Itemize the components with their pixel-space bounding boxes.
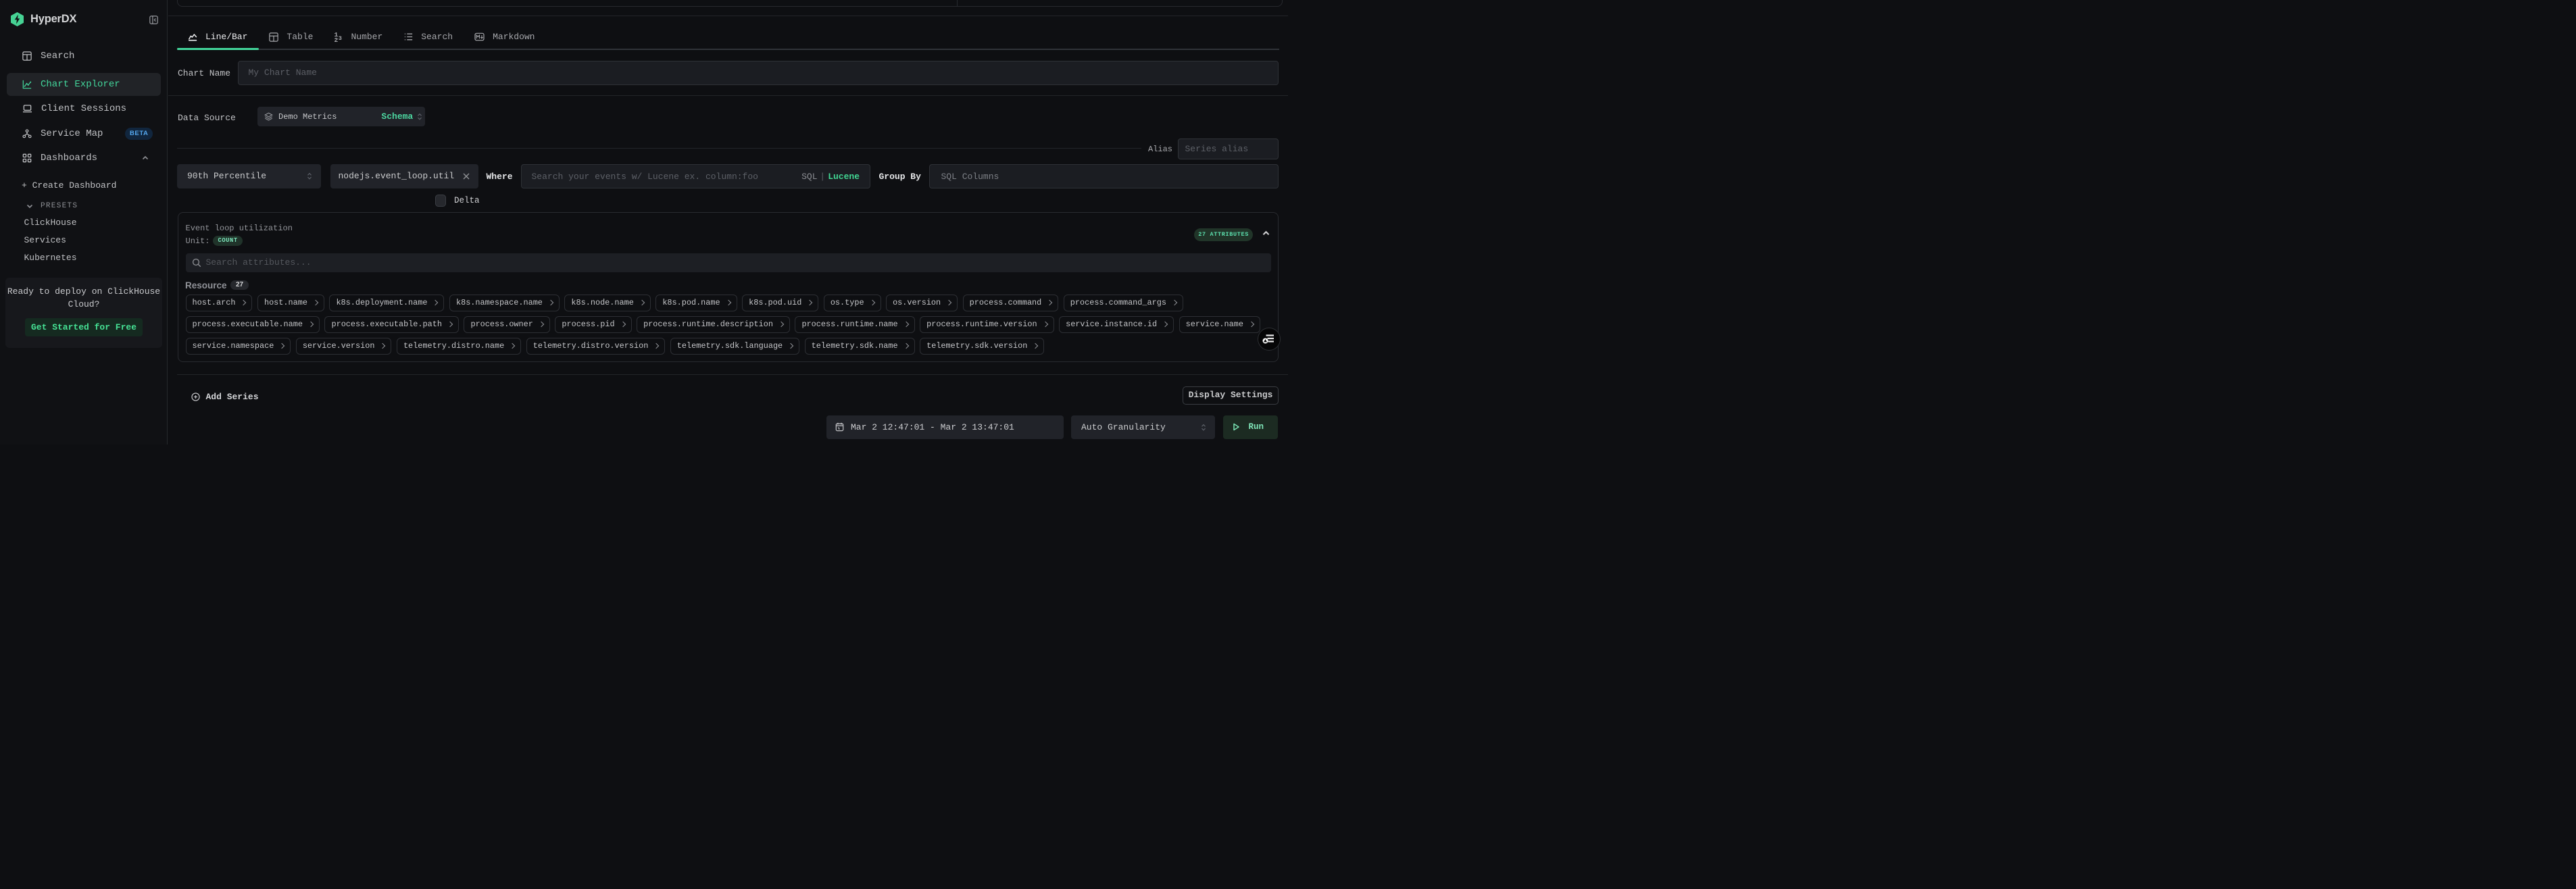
svg-text:3: 3 [339,35,342,42]
svg-text:2: 2 [335,36,339,42]
